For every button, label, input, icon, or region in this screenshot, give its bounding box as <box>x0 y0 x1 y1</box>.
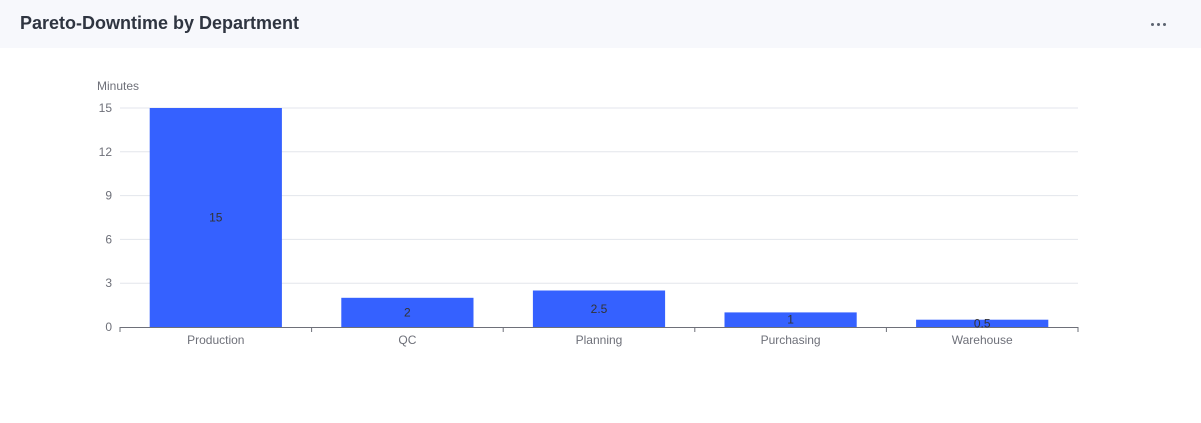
x-tick-label: QC <box>398 333 416 347</box>
y-tick-label: 12 <box>99 145 113 159</box>
x-tick-label: Production <box>187 333 244 347</box>
y-tick-label: 6 <box>105 232 112 246</box>
y-tick-label: 0 <box>105 320 112 334</box>
more-horizontal-icon <box>1150 22 1154 26</box>
bar-chart: Minutes 0 3 6 9 12 15 15 2 2.5 1 0.5 Production QC Pla… <box>97 79 1079 347</box>
chart-panel: Pareto-Downtime by Department Minutes 0 3 6… <box>0 0 1201 423</box>
bars <box>149 108 1049 327</box>
axes <box>119 327 1079 332</box>
data-label: 1 <box>787 313 794 327</box>
x-tick-label: Purchasing <box>761 333 821 347</box>
x-tick-label: Warehouse <box>952 333 1013 347</box>
data-label: 0.5 <box>974 316 991 330</box>
data-label: 2.5 <box>591 302 608 316</box>
panel-header: Pareto-Downtime by Department <box>0 0 1201 48</box>
data-label: 15 <box>209 211 223 225</box>
more-horizontal-icon <box>1162 22 1166 26</box>
panel-title: Pareto-Downtime by Department <box>20 13 300 33</box>
y-tick-label: 9 <box>105 189 112 203</box>
y-tick-label: 15 <box>99 101 113 115</box>
more-options-button[interactable] <box>1144 12 1172 36</box>
data-label: 2 <box>404 305 411 319</box>
x-tick-label: Planning <box>576 333 623 347</box>
y-axis-title: Minutes <box>97 79 139 93</box>
y-tick-label: 3 <box>105 276 112 290</box>
more-horizontal-icon <box>1156 22 1160 26</box>
